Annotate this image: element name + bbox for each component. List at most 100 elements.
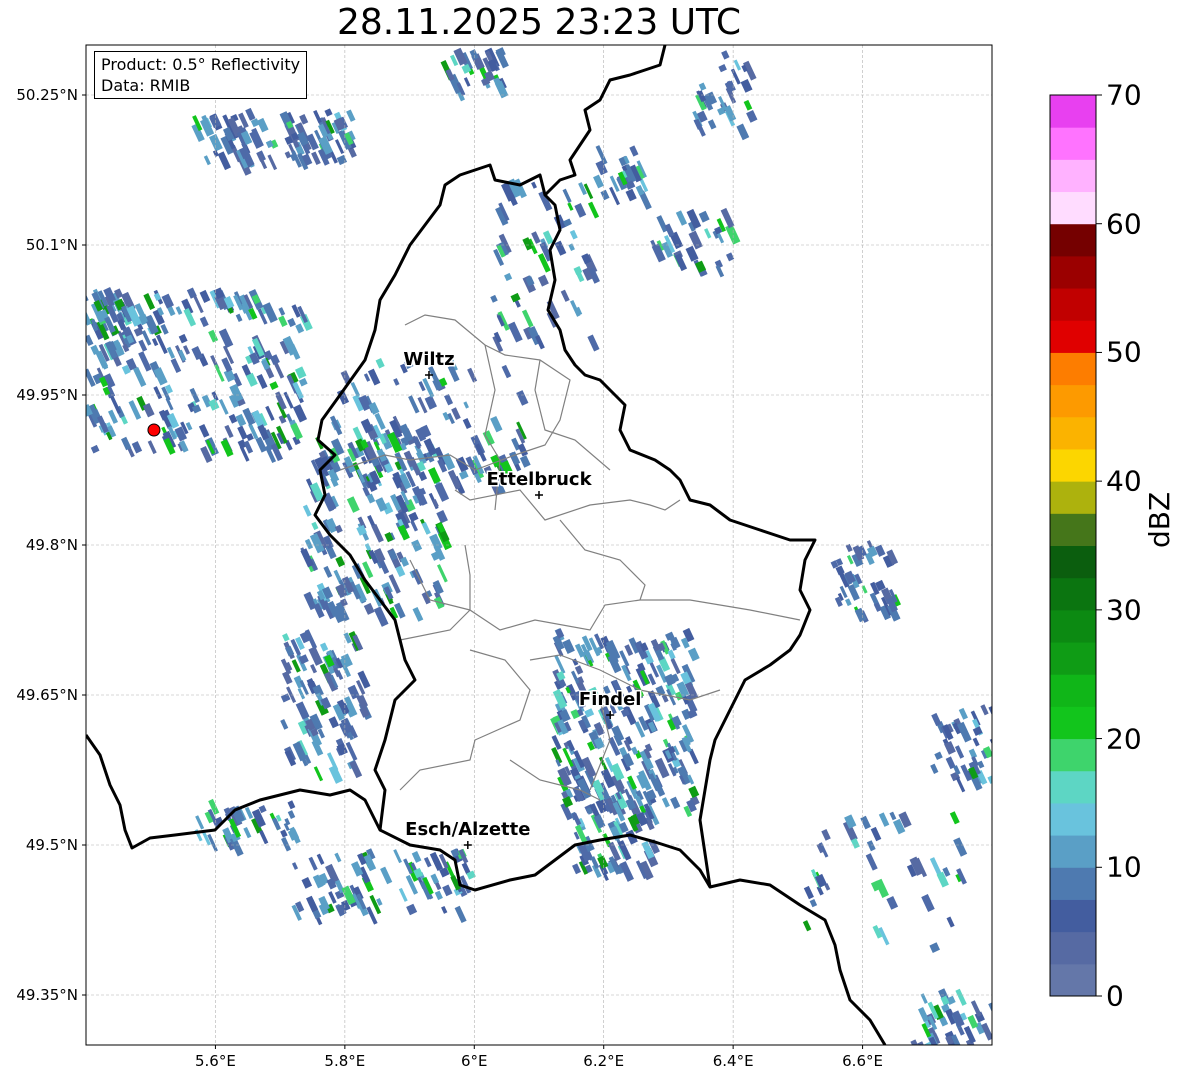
echo-cell xyxy=(199,289,211,303)
lon-tick-label: 6.4°E xyxy=(712,1052,754,1070)
echo-cell xyxy=(244,806,254,819)
echo-cell xyxy=(721,50,730,60)
echo-cell xyxy=(214,364,225,382)
echo-cell xyxy=(308,856,318,871)
echo-cell xyxy=(516,390,529,406)
echo-cell xyxy=(687,647,700,662)
echo-cell xyxy=(334,852,342,863)
echo-cell xyxy=(490,294,498,303)
echo-cell xyxy=(629,145,639,157)
echo-cell xyxy=(220,439,234,458)
echo-cell xyxy=(560,289,570,302)
echo-cell xyxy=(367,368,381,386)
echo-cell xyxy=(212,149,219,157)
echo-cell xyxy=(494,80,509,99)
echo-cell xyxy=(600,189,610,201)
echo-cell xyxy=(218,328,234,348)
colorbar-tick-label: 40 xyxy=(1106,464,1142,498)
echo-cell xyxy=(328,716,340,729)
echo-cell xyxy=(467,367,478,383)
echo-cell xyxy=(235,313,243,322)
echo-cell xyxy=(350,382,361,397)
echo-cell xyxy=(302,504,312,517)
echo-cell xyxy=(574,203,587,218)
echo-cell xyxy=(698,82,707,91)
colorbar-tick-label: 60 xyxy=(1106,207,1142,241)
echo-cell xyxy=(953,837,968,857)
echo-cell xyxy=(323,565,333,578)
echo-cell xyxy=(562,188,572,203)
echo-cell xyxy=(346,109,356,122)
echo-cell xyxy=(90,444,100,454)
echo-cell xyxy=(436,510,448,524)
echo-cell xyxy=(675,210,688,226)
echo-cell xyxy=(917,1041,928,1045)
echo-cell xyxy=(821,829,831,841)
echo-cell xyxy=(243,826,252,839)
echo-cell xyxy=(133,366,147,387)
echo-cell xyxy=(980,704,989,716)
echo-cell xyxy=(674,253,688,272)
lon-tick-label: 6.2°E xyxy=(583,1052,625,1070)
lat-tick-label: 49.5°N xyxy=(25,836,78,854)
echo-cell xyxy=(86,291,89,302)
echo-cell xyxy=(238,112,249,129)
city-marker xyxy=(463,841,472,849)
echo-cell xyxy=(280,829,288,838)
echo-cell xyxy=(874,544,886,557)
echo-cell xyxy=(335,556,346,568)
echo-cell xyxy=(411,539,423,552)
echo-cell xyxy=(733,59,742,71)
echo-cell xyxy=(398,887,408,902)
echo-cell xyxy=(306,895,319,913)
echo-cell xyxy=(725,223,741,245)
echo-cell xyxy=(802,920,812,932)
data-source-label: Data: RMIB xyxy=(101,76,191,95)
echo-cell xyxy=(442,884,453,897)
echo-cell xyxy=(434,890,443,901)
echo-cell xyxy=(955,776,966,793)
echo-cell xyxy=(121,436,132,451)
echo-cell xyxy=(301,877,313,889)
lon-tick-label: 5.8°E xyxy=(324,1052,366,1070)
echo-cell xyxy=(521,309,534,328)
lat-tick-label: 49.65°N xyxy=(16,686,78,704)
echo-cell xyxy=(970,1044,980,1045)
echo-cell xyxy=(568,243,575,252)
echo-cell xyxy=(160,323,169,335)
echo-cell xyxy=(423,856,432,868)
echo-cell xyxy=(295,701,310,720)
echo-cell xyxy=(178,333,188,344)
echo-cell xyxy=(198,424,210,438)
echo-cell xyxy=(718,64,727,73)
echo-cell xyxy=(510,292,521,303)
echo-cell xyxy=(349,760,363,779)
city-label: Ettelbruck xyxy=(486,469,592,490)
echo-cell xyxy=(587,201,600,219)
echo-cell xyxy=(237,425,248,440)
echo-cell xyxy=(371,523,384,543)
echo-cell xyxy=(143,293,156,310)
echo-cell xyxy=(336,154,348,166)
echo-cell xyxy=(587,334,600,352)
echo-cell xyxy=(845,598,852,607)
radar-site-marker xyxy=(147,423,161,437)
echo-cell xyxy=(224,424,234,439)
echo-cell xyxy=(319,642,329,652)
lat-tick-label: 49.95°N xyxy=(16,386,78,404)
echo-cell xyxy=(670,658,681,675)
radar-map: Wiltz Ettelbruck Findel Esch/Alzette xyxy=(82,44,993,1049)
echo-cell xyxy=(958,707,968,720)
echo-cell xyxy=(153,386,163,400)
echo-cell xyxy=(427,467,441,484)
echo-cell xyxy=(490,415,503,433)
echo-cell xyxy=(463,77,471,87)
echo-cell xyxy=(501,364,512,379)
colorbar-tick-label: 70 xyxy=(1106,78,1142,112)
echo-cell xyxy=(938,1044,946,1045)
city-marker xyxy=(535,491,543,499)
echo-cell xyxy=(363,602,375,615)
echo-cell xyxy=(929,942,940,953)
echo-cell xyxy=(989,737,992,754)
echo-cell xyxy=(408,395,420,414)
